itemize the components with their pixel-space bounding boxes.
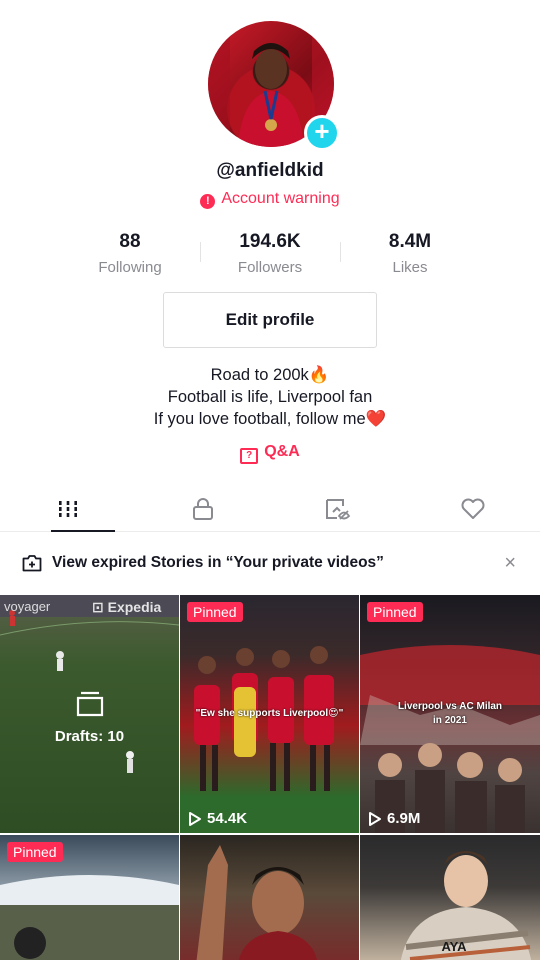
stat-following[interactable]: 88 Following — [60, 228, 200, 278]
followers-label: Followers — [237, 259, 303, 276]
drafts-tile[interactable]: voyager ⊡ Expedia Drafts: 10 — [0, 595, 179, 833]
sponsor-logo-icon: ⊡ — [92, 599, 108, 615]
pinned-badge: Pinned — [187, 602, 243, 622]
bio: Road to 200k🔥 Football is life, Liverpoo… — [0, 364, 540, 430]
view-count-text: 54.4K — [207, 810, 248, 827]
pinned-badge: Pinned — [7, 842, 63, 862]
video-tile[interactable]: Pinned — [0, 835, 179, 960]
video-thumbnail — [360, 645, 540, 833]
pinned-badge: Pinned — [367, 602, 423, 622]
ad-board-right: ⊡ Expedia — [92, 599, 161, 616]
following-count: 88 — [119, 231, 141, 252]
drafts-overlay: Drafts: 10 — [0, 691, 179, 745]
account-warning[interactable]: ! Account warning — [0, 190, 540, 209]
profile-stats: 88 Following 194.6K Followers 8.4M Likes — [60, 228, 480, 278]
video-tile[interactable]: Pinned "Ew she supports Liverpool😍" 54.4… — [180, 595, 359, 833]
tagged-icon — [325, 498, 350, 520]
account-warning-label: Account warning — [221, 190, 340, 207]
profile-tabs — [0, 486, 540, 532]
tab-videos[interactable] — [0, 486, 135, 532]
video-tile[interactable]: AYA — [360, 835, 540, 960]
close-icon[interactable]: × — [504, 552, 516, 575]
plus-icon: + — [314, 116, 330, 146]
tab-private[interactable] — [135, 486, 270, 531]
likes-label: Likes — [392, 259, 428, 276]
video-tile[interactable] — [180, 835, 359, 960]
following-label: Following — [98, 259, 162, 276]
ad-board-right-text: Expedia — [107, 599, 162, 615]
shirt-sponsor-text: AYA — [441, 939, 467, 954]
grid-icon — [58, 500, 77, 517]
video-grid: voyager ⊡ Expedia Drafts: 10 Pinned "Ew … — [0, 595, 540, 960]
edit-profile-button[interactable]: Edit profile — [163, 292, 377, 348]
lock-icon — [192, 497, 213, 520]
expired-stories-banner[interactable]: View expired Stories in “Your private vi… — [0, 533, 540, 593]
tab-tagged[interactable] — [270, 486, 405, 531]
video-thumbnail — [196, 845, 317, 960]
view-count: 54.4K — [188, 810, 247, 827]
view-count: 6.9M — [368, 810, 420, 827]
qa-link[interactable]: ? Q&A — [0, 443, 540, 464]
add-story-button[interactable]: + — [304, 115, 340, 151]
drafts-count: Drafts: 10 — [54, 728, 125, 745]
warning-icon: ! — [200, 194, 216, 209]
bio-line-2: Football is life, Liverpool fan — [167, 388, 373, 406]
camera-plus-icon — [22, 555, 42, 572]
bio-line-1: Road to 200k🔥 — [210, 366, 330, 384]
followers-count: 194.6K — [239, 231, 301, 252]
play-icon — [369, 811, 381, 826]
stat-followers[interactable]: 194.6K Followers — [200, 228, 340, 278]
bio-line-3: If you love football, follow me❤️ — [153, 410, 387, 428]
view-count-text: 6.9M — [387, 810, 421, 827]
video-caption-line-1: Liverpool vs AC Milan — [397, 701, 503, 712]
expired-stories-text: View expired Stories in “Your private vi… — [52, 554, 384, 571]
play-icon — [189, 811, 201, 826]
video-caption-line-2: in 2021 — [433, 715, 467, 726]
qa-icon: ? — [240, 448, 259, 464]
ad-board-left: voyager — [4, 599, 51, 614]
likes-count: 8.4M — [388, 231, 432, 252]
username: @anfieldkid — [216, 160, 324, 181]
heart-icon — [461, 498, 484, 519]
tab-liked[interactable] — [405, 486, 540, 531]
video-caption: "Ew she supports Liverpool😍" — [195, 708, 344, 719]
drafts-icon — [76, 691, 103, 717]
avatar-container[interactable]: + — [208, 21, 340, 151]
video-tile[interactable]: Pinned Liverpool vs AC Milan in 2021 6.9… — [360, 595, 540, 833]
qa-label: Q&A — [264, 443, 300, 460]
stat-likes[interactable]: 8.4M Likes — [340, 228, 480, 278]
